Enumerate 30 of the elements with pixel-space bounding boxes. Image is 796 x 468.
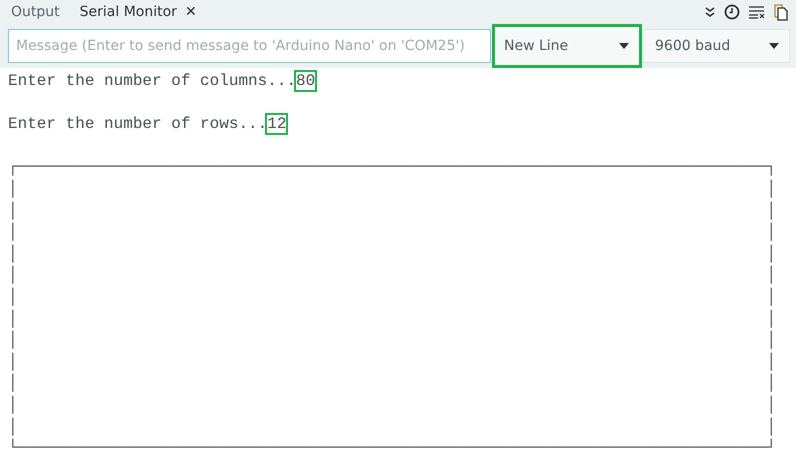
tab[interactable]: Serial Monitor ✕ — [80, 4, 197, 20]
output-line: Enter the number of columns... — [8, 72, 296, 90]
output-line: │ │ — [8, 180, 776, 198]
caret-icon — [619, 43, 629, 49]
entered-value: 80 — [296, 72, 316, 90]
output-line: │ │ — [8, 288, 776, 306]
output-line: │ │ — [8, 244, 776, 263]
entered-value: 12 — [267, 115, 286, 134]
dropdown[interactable]: 9600 baud — [643, 29, 790, 63]
output-line: │ │ — [8, 202, 776, 220]
double-chevron-down-icon[interactable] — [704, 6, 716, 18]
tab[interactable]: Output — [11, 4, 60, 20]
output-line: │ │ — [8, 331, 776, 350]
output-line: │ │ — [8, 223, 776, 242]
copy-icon[interactable] — [774, 3, 788, 21]
output-line: │ │ — [8, 310, 776, 328]
clock-icon[interactable] — [724, 4, 740, 20]
output-line: │ │ — [8, 374, 776, 392]
output-line: │ │ — [8, 396, 776, 414]
close-icon[interactable]: ✕ — [184, 4, 197, 20]
clear-list-icon[interactable] — [748, 5, 766, 19]
output-line: ┌──────────────────────────────────────────────────────────────────────────────┐ — [8, 158, 776, 176]
message-field[interactable]: Message (Enter to send message to 'Arduino Nano' on 'COM25') — [8, 29, 491, 63]
output-line: └──────────────────────────────────────────────────────────────────────────────┘ — [8, 439, 776, 458]
output-line: │ │ — [8, 266, 776, 284]
output-line: │ │ — [8, 418, 776, 436]
output-line: │ │ — [8, 352, 776, 371]
caret-icon — [769, 43, 779, 49]
dropdown[interactable]: New Line — [492, 24, 642, 68]
output-line: Enter the number of rows... — [8, 115, 268, 134]
